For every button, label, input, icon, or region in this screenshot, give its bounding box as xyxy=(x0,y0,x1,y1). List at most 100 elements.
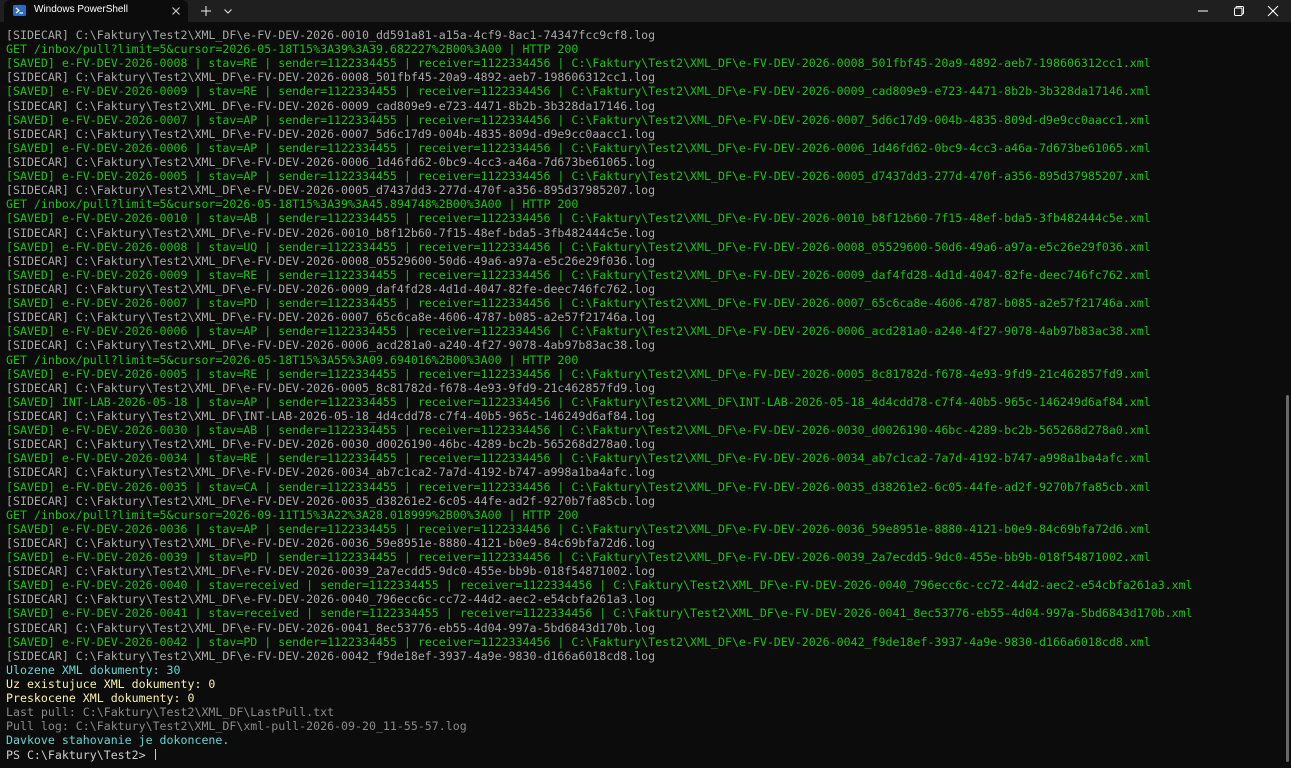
terminal-line: GET /inbox/pull?limit=5&cursor=2026-05-1… xyxy=(6,42,1284,56)
terminal-line: [SAVED] e-FV-DEV-2026-0010 | stav=AB | s… xyxy=(6,211,1284,225)
terminal-line-text: [SAVED] e-FV-DEV-2026-0036 | stav=AP | s… xyxy=(6,521,1151,536)
terminal-line-text: [SAVED] e-FV-DEV-2026-0007 | stav=PD | s… xyxy=(6,296,1151,311)
terminal-line-text: [SIDECAR] C:\Faktury\Test2\XML_DF\e-FV-D… xyxy=(6,281,656,296)
terminal-line: [SIDECAR] C:\Faktury\Test2\XML_DF\e-FV-D… xyxy=(6,183,1284,197)
terminal-line: GET /inbox/pull?limit=5&cursor=2026-09-1… xyxy=(6,508,1284,522)
terminal-line-text: Uz existujuce XML dokumenty: 0 xyxy=(6,677,216,692)
terminal-line-text: [SIDECAR] C:\Faktury\Test2\XML_DF\e-FV-D… xyxy=(6,493,656,508)
terminal-line: [SIDECAR] C:\Faktury\Test2\XML_DF\e-FV-D… xyxy=(6,226,1284,240)
terminal-line: [SAVED] e-FV-DEV-2026-0030 | stav=AB | s… xyxy=(6,423,1284,437)
terminal-line-text: Ulozene XML dokumenty: 30 xyxy=(6,662,181,677)
terminal-line: [SAVED] e-FV-DEV-2026-0009 | stav=RE | s… xyxy=(6,84,1284,98)
terminal-line-text: [SIDECAR] C:\Faktury\Test2\XML_DF\e-FV-D… xyxy=(6,98,656,113)
terminal-line: [SIDECAR] C:\Faktury\Test2\XML_DF\e-FV-D… xyxy=(6,99,1284,113)
terminal-line: [SAVED] e-FV-DEV-2026-0034 | stav=RE | s… xyxy=(6,451,1284,465)
terminal-line-text: [SAVED] e-FV-DEV-2026-0010 | stav=AB | s… xyxy=(6,211,1151,226)
terminal-line-text: [SAVED] e-FV-DEV-2026-0006 | stav=AP | s… xyxy=(6,324,1151,339)
terminal-line: [SIDECAR] C:\Faktury\Test2\XML_DF\e-FV-D… xyxy=(6,282,1284,296)
terminal-line-text: GET /inbox/pull?limit=5&cursor=2026-05-1… xyxy=(6,42,579,57)
terminal-line-text: [SAVED] e-FV-DEV-2026-0034 | stav=RE | s… xyxy=(6,451,1151,466)
terminal-line-text: GET /inbox/pull?limit=5&cursor=2026-05-1… xyxy=(6,352,579,367)
title-bar: Windows PowerShell xyxy=(0,0,1291,22)
terminal-line-text: [SIDECAR] C:\Faktury\Test2\XML_DF\e-FV-D… xyxy=(6,225,656,240)
close-icon[interactable] xyxy=(170,5,182,17)
terminal-line-text: [SIDECAR] C:\Faktury\Test2\XML_DF\e-FV-D… xyxy=(6,648,656,663)
terminal-line: [SAVED] INT-LAB-2026-05-18 | stav=AP | s… xyxy=(6,395,1284,409)
terminal-line: [SIDECAR] C:\Faktury\Test2\XML_DF\e-FV-D… xyxy=(6,564,1284,578)
terminal-line-text: Pull log: C:\Faktury\Test2\XML_DF\xml-pu… xyxy=(6,719,467,734)
powershell-icon xyxy=(13,5,26,16)
tab-windows-powershell[interactable]: Windows PowerShell xyxy=(4,0,188,22)
terminal-line-text: GET /inbox/pull?limit=5&cursor=2026-09-1… xyxy=(6,507,579,522)
terminal-line: [SAVED] e-FV-DEV-2026-0007 | stav=AP | s… xyxy=(6,113,1284,127)
terminal-line-text: [SAVED] e-FV-DEV-2026-0009 | stav=RE | s… xyxy=(6,84,1151,99)
terminal-line: [SIDECAR] C:\Faktury\Test2\XML_DF\e-FV-D… xyxy=(6,437,1284,451)
close-icon[interactable] xyxy=(1266,4,1280,18)
terminal-line: [SIDECAR] C:\Faktury\Test2\XML_DF\INT-LA… xyxy=(6,409,1284,423)
terminal-line-text: Preskocene XML dokumenty: 0 xyxy=(6,691,195,706)
terminal-line: [SAVED] e-FV-DEV-2026-0042 | stav=PD | s… xyxy=(6,635,1284,649)
terminal-line: Last pull: C:\Faktury\Test2\XML_DF\LastP… xyxy=(6,705,1284,719)
plus-icon[interactable] xyxy=(199,4,213,18)
terminal-line-text: [SAVED] e-FV-DEV-2026-0040 | stav=receiv… xyxy=(6,578,1193,593)
terminal-line-text: [SIDECAR] C:\Faktury\Test2\XML_DF\e-FV-D… xyxy=(6,437,656,452)
terminal-line-text: PS C:\Faktury\Test2> xyxy=(6,747,153,762)
terminal-line: [SAVED] e-FV-DEV-2026-0009 | stav=RE | s… xyxy=(6,268,1284,282)
terminal-line: [SIDECAR] C:\Faktury\Test2\XML_DF\e-FV-D… xyxy=(6,621,1284,635)
terminal-line-text: [SIDECAR] C:\Faktury\Test2\XML_DF\e-FV-D… xyxy=(6,564,656,579)
terminal-line-text: [SIDECAR] C:\Faktury\Test2\XML_DF\e-FV-D… xyxy=(6,154,656,169)
terminal-line-text: [SIDECAR] C:\Faktury\Test2\XML_DF\e-FV-D… xyxy=(6,310,656,325)
terminal-line-text: [SAVED] e-FV-DEV-2026-0008 | stav=UQ | s… xyxy=(6,239,1151,254)
terminal-line-text: [SAVED] e-FV-DEV-2026-0039 | stav=PD | s… xyxy=(6,550,1151,565)
terminal-line: [SIDECAR] C:\Faktury\Test2\XML_DF\e-FV-D… xyxy=(6,338,1284,352)
terminal-line-text: [SAVED] e-FV-DEV-2026-0005 | stav=AP | s… xyxy=(6,169,1151,184)
terminal-line: Preskocene XML dokumenty: 0 xyxy=(6,691,1284,705)
terminal-line-text: [SIDECAR] C:\Faktury\Test2\XML_DF\e-FV-D… xyxy=(6,126,656,141)
terminal-line: [SIDECAR] C:\Faktury\Test2\XML_DF\e-FV-D… xyxy=(6,381,1284,395)
terminal-line-text: [SIDECAR] C:\Faktury\Test2\XML_DF\e-FV-D… xyxy=(6,535,656,550)
terminal-line-text: [SAVED] e-FV-DEV-2026-0042 | stav=PD | s… xyxy=(6,634,1151,649)
terminal-line-text: [SAVED] e-FV-DEV-2026-0005 | stav=RE | s… xyxy=(6,366,1151,381)
terminal-line-text: [SAVED] INT-LAB-2026-05-18 | stav=AP | s… xyxy=(6,394,1151,409)
terminal-line: [SIDECAR] C:\Faktury\Test2\XML_DF\e-FV-D… xyxy=(6,494,1284,508)
terminal-line: Ulozene XML dokumenty: 30 xyxy=(6,663,1284,677)
tab-title: Windows PowerShell xyxy=(34,4,128,15)
terminal-line-text: [SIDECAR] C:\Faktury\Test2\XML_DF\e-FV-D… xyxy=(6,465,656,480)
terminal-line: [SAVED] e-FV-DEV-2026-0005 | stav=RE | s… xyxy=(6,367,1284,381)
terminal-line-text: [SIDECAR] C:\Faktury\Test2\XML_DF\e-FV-D… xyxy=(6,620,656,635)
terminal-line: GET /inbox/pull?limit=5&cursor=2026-05-1… xyxy=(6,353,1284,367)
terminal-line: [SAVED] e-FV-DEV-2026-0039 | stav=PD | s… xyxy=(6,550,1284,564)
terminal-line-text: [SIDECAR] C:\Faktury\Test2\XML_DF\e-FV-D… xyxy=(6,338,656,353)
terminal-line: [SAVED] e-FV-DEV-2026-0036 | stav=AP | s… xyxy=(6,522,1284,536)
maximize-icon[interactable] xyxy=(1232,4,1246,18)
terminal-line-text: [SIDECAR] C:\Faktury\Test2\XML_DF\e-FV-D… xyxy=(6,592,656,607)
terminal-line-text: [SIDECAR] C:\Faktury\Test2\XML_DF\INT-LA… xyxy=(6,408,656,423)
chevron-down-icon[interactable] xyxy=(222,5,234,17)
terminal-line: [SIDECAR] C:\Faktury\Test2\XML_DF\e-FV-D… xyxy=(6,155,1284,169)
terminal-line: Uz existujuce XML dokumenty: 0 xyxy=(6,677,1284,691)
minimize-icon[interactable] xyxy=(1196,4,1210,18)
terminal-line-text: [SAVED] e-FV-DEV-2026-0008 | stav=RE | s… xyxy=(6,56,1151,71)
terminal-line-text: [SIDECAR] C:\Faktury\Test2\XML_DF\e-FV-D… xyxy=(6,183,656,198)
terminal-line-text: [SAVED] e-FV-DEV-2026-0009 | stav=RE | s… xyxy=(6,267,1151,282)
terminal-output[interactable]: [SIDECAR] C:\Faktury\Test2\XML_DF\e-FV-D… xyxy=(6,28,1284,766)
terminal-line-text: [SAVED] e-FV-DEV-2026-0006 | stav=AP | s… xyxy=(6,140,1151,155)
terminal-line: [SIDECAR] C:\Faktury\Test2\XML_DF\e-FV-D… xyxy=(6,649,1284,663)
terminal-line: [SIDECAR] C:\Faktury\Test2\XML_DF\e-FV-D… xyxy=(6,70,1284,84)
terminal-line: [SAVED] e-FV-DEV-2026-0007 | stav=PD | s… xyxy=(6,296,1284,310)
terminal-line-text: [SIDECAR] C:\Faktury\Test2\XML_DF\e-FV-D… xyxy=(6,380,656,395)
terminal-line: [SIDECAR] C:\Faktury\Test2\XML_DF\e-FV-D… xyxy=(6,254,1284,268)
terminal-line: [SAVED] e-FV-DEV-2026-0006 | stav=AP | s… xyxy=(6,141,1284,155)
terminal-line: GET /inbox/pull?limit=5&cursor=2026-05-1… xyxy=(6,197,1284,211)
terminal-line: [SIDECAR] C:\Faktury\Test2\XML_DF\e-FV-D… xyxy=(6,310,1284,324)
terminal-line-text: Davkove stahovanie je dokoncene. xyxy=(6,733,230,748)
terminal-line: [SAVED] e-FV-DEV-2026-0005 | stav=AP | s… xyxy=(6,169,1284,183)
terminal-line-text: [SAVED] e-FV-DEV-2026-0035 | stav=CA | s… xyxy=(6,479,1151,494)
terminal-line: [SAVED] e-FV-DEV-2026-0008 | stav=RE | s… xyxy=(6,56,1284,70)
terminal-line-text: [SIDECAR] C:\Faktury\Test2\XML_DF\e-FV-D… xyxy=(6,28,656,42)
prompt-line: PS C:\Faktury\Test2> xyxy=(6,748,1284,762)
scrollbar[interactable] xyxy=(1286,395,1289,762)
text-cursor xyxy=(154,748,156,760)
terminal-line: Pull log: C:\Faktury\Test2\XML_DF\xml-pu… xyxy=(6,719,1284,733)
terminal-line: [SAVED] e-FV-DEV-2026-0041 | stav=receiv… xyxy=(6,606,1284,620)
